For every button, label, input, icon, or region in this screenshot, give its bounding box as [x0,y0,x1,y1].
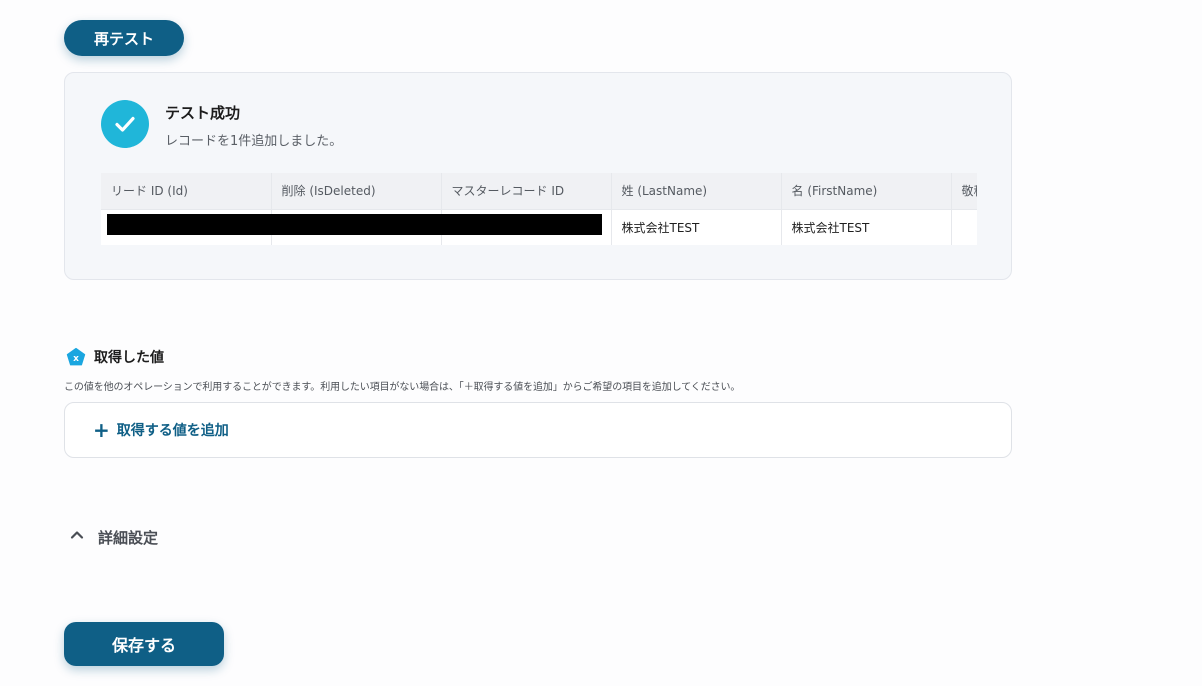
save-button[interactable]: 保存する [64,622,224,666]
result-title: テスト成功 [165,104,241,122]
column-header: 敬称 [951,173,977,209]
add-acquired-value-button[interactable]: + 取得する値を追加 [64,402,1012,458]
column-header: マスターレコード ID [441,173,612,209]
acquired-values-header: x 取得した値 [66,347,164,367]
test-result-panel: テスト成功 レコードを1件追加しました。 リード ID (Id) 削除 (IsD… [64,72,1012,280]
result-table-scroll[interactable]: リード ID (Id) 削除 (IsDeleted) マスターレコード ID 姓… [101,173,977,245]
advanced-settings-label: 詳細設定 [98,528,159,547]
column-header: 姓 (LastName) [611,173,782,209]
variable-icon-glyph: x [73,354,79,364]
redaction-bar [107,214,602,235]
check-circle-icon [101,100,149,148]
variable-pentagon-icon: x [66,347,86,367]
table-cell [951,208,977,245]
retest-button[interactable]: 再テスト [64,20,184,56]
table-cell: 株式会社TEST [781,208,952,245]
column-header: リード ID (Id) [101,173,272,209]
column-header: 削除 (IsDeleted) [271,173,442,209]
add-acquired-value-label: 取得する値を追加 [116,423,229,439]
column-header: 名 (FirstName) [781,173,952,209]
table-cell: 株式会社TEST [611,208,782,245]
advanced-settings-toggle[interactable]: 詳細設定 [68,526,158,548]
page: 再テスト テスト成功 レコードを1件追加しました。 リード ID (Id) 削除… [0,0,1202,686]
acquired-values-title: 取得した値 [94,350,164,366]
table-header-row: リード ID (Id) 削除 (IsDeleted) マスターレコード ID 姓… [101,173,977,209]
plus-icon: + [93,418,110,442]
acquired-values-description: この値を他のオペレーションで利用することができます。利用したい項目がない場合は、… [64,382,741,393]
chevron-up-icon [68,526,86,548]
result-subtitle: レコードを1件追加しました。 [165,134,343,149]
